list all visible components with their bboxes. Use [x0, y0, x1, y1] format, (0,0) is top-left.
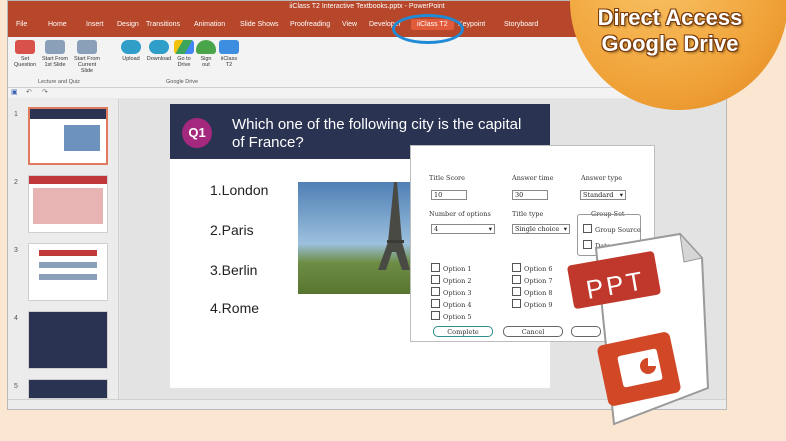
group-label-lecture: Lecture and Quiz — [38, 79, 80, 85]
cloud-download-icon — [149, 40, 169, 54]
start-current-slide-label: Start From Current Slide — [74, 56, 100, 74]
eiffel-tower-photo — [298, 182, 418, 294]
set-question-label: Set Question — [13, 56, 36, 68]
iiclass-tab-highlight — [392, 14, 464, 44]
title-score-input[interactable]: 10 — [431, 190, 467, 200]
thumb-number: 3 — [14, 247, 18, 254]
number-of-options-label: Number of options — [429, 210, 491, 218]
upload-button[interactable]: Upload — [116, 40, 146, 62]
group-label-drive: Google Drive — [166, 79, 199, 85]
tab-proofreading[interactable]: Proofreading — [290, 21, 330, 28]
tab-insert[interactable]: Insert — [86, 21, 104, 28]
option-label: Option 8 — [524, 289, 553, 297]
option-1-checkbox[interactable]: Option 1 — [431, 263, 471, 273]
complete-button[interactable]: Complete — [433, 326, 493, 337]
person-icon — [196, 40, 216, 54]
answer-type-label: Answer type — [581, 174, 623, 182]
chevron-down-icon: ▾ — [488, 225, 492, 233]
iiclass-t2-label: iiClass T2 — [220, 56, 238, 68]
option-6-checkbox[interactable]: Option 6 — [512, 263, 552, 273]
number-of-options-value: 4 — [434, 225, 439, 233]
option-9-checkbox[interactable]: Option 9 — [512, 299, 552, 309]
thumb-number: 2 — [14, 179, 18, 186]
option-2-checkbox[interactable]: Option 2 — [431, 275, 471, 285]
number-of-options-select[interactable]: 4 ▾ — [431, 224, 495, 234]
answer-time-input[interactable]: 30 — [512, 190, 548, 200]
tab-home[interactable]: Home — [48, 21, 67, 28]
save-icon[interactable]: ▣ — [11, 88, 18, 96]
option-label: Option 6 — [524, 265, 553, 273]
question-number-badge: Q1 — [182, 118, 212, 148]
title-score-label: Title Score — [429, 174, 465, 182]
option-berlin: 3.Berlin — [210, 262, 258, 278]
iiclass-t2-button[interactable]: iiClass T2 — [214, 40, 244, 68]
tab-design[interactable]: Design — [117, 21, 139, 28]
thumb-number: 5 — [14, 383, 18, 390]
gear-icon — [15, 40, 35, 54]
upload-label: Upload — [122, 56, 140, 62]
ppt-file-icon: PPT — [562, 228, 710, 428]
slide-thumbnail-4[interactable] — [28, 311, 108, 369]
thumb-number: 1 — [14, 111, 18, 118]
slide-thumbnail-3[interactable] — [28, 243, 108, 301]
slide-thumbnail-1[interactable] — [28, 107, 108, 165]
promo-line-2: Google Drive — [601, 31, 739, 56]
option-label: Option 5 — [443, 313, 472, 321]
answer-type-value: Standard — [583, 191, 614, 199]
option-label: Option 3 — [443, 289, 472, 297]
cancel-button[interactable]: Cancel — [503, 326, 563, 337]
start-current-slide-button[interactable]: Start From Current Slide — [72, 40, 102, 74]
slide-thumbnail-2[interactable] — [28, 175, 108, 233]
tab-file[interactable]: File — [16, 21, 27, 28]
slide-icon — [77, 40, 97, 54]
slide-thumbnail-5[interactable] — [28, 379, 108, 399]
chevron-down-icon: ▾ — [619, 191, 623, 199]
tab-view[interactable]: View — [342, 21, 357, 28]
start-first-slide-button[interactable]: Start From 1st Slide — [40, 40, 70, 68]
option-london: 1.London — [210, 182, 269, 198]
option-label: Option 1 — [443, 265, 472, 273]
redo-icon[interactable]: ↷ — [42, 88, 48, 96]
option-4-checkbox[interactable]: Option 4 — [431, 299, 471, 309]
option-paris: 2.Paris — [210, 222, 254, 238]
option-3-checkbox[interactable]: Option 3 — [431, 287, 471, 297]
answer-time-label: Answer time — [512, 174, 554, 182]
tab-transitions[interactable]: Transitions — [146, 21, 180, 28]
start-first-slide-label: Start From 1st Slide — [42, 56, 68, 68]
option-label: Option 4 — [443, 301, 472, 309]
option-rome: 4.Rome — [210, 300, 260, 316]
set-question-button[interactable]: Set Question — [10, 40, 40, 68]
tab-slide-shows[interactable]: Slide Shows — [240, 21, 279, 28]
iiclass-icon — [219, 40, 239, 54]
option-label: Option 9 — [524, 301, 553, 309]
cloud-upload-icon — [121, 40, 141, 54]
tab-animation[interactable]: Animation — [194, 21, 225, 28]
undo-icon[interactable]: ↶ — [26, 88, 32, 96]
thumb-number: 4 — [14, 315, 18, 322]
option-label: Option 7 — [524, 277, 553, 285]
option-label: Option 2 — [443, 277, 472, 285]
answer-type-select[interactable]: Standard ▾ — [580, 190, 626, 200]
promo-line-1: Direct Access — [597, 5, 743, 30]
option-8-checkbox[interactable]: Option 8 — [512, 287, 552, 297]
slide-thumbnails-pane: 1 2 3 4 5 — [8, 99, 119, 399]
tab-storyboard[interactable]: Storyboard — [504, 21, 538, 28]
slide-icon — [45, 40, 65, 54]
title-type-label: Title type — [512, 210, 544, 218]
title-type-value: Single choice — [515, 225, 560, 233]
option-5-checkbox[interactable]: Option 5 — [431, 311, 471, 321]
option-7-checkbox[interactable]: Option 7 — [512, 275, 552, 285]
